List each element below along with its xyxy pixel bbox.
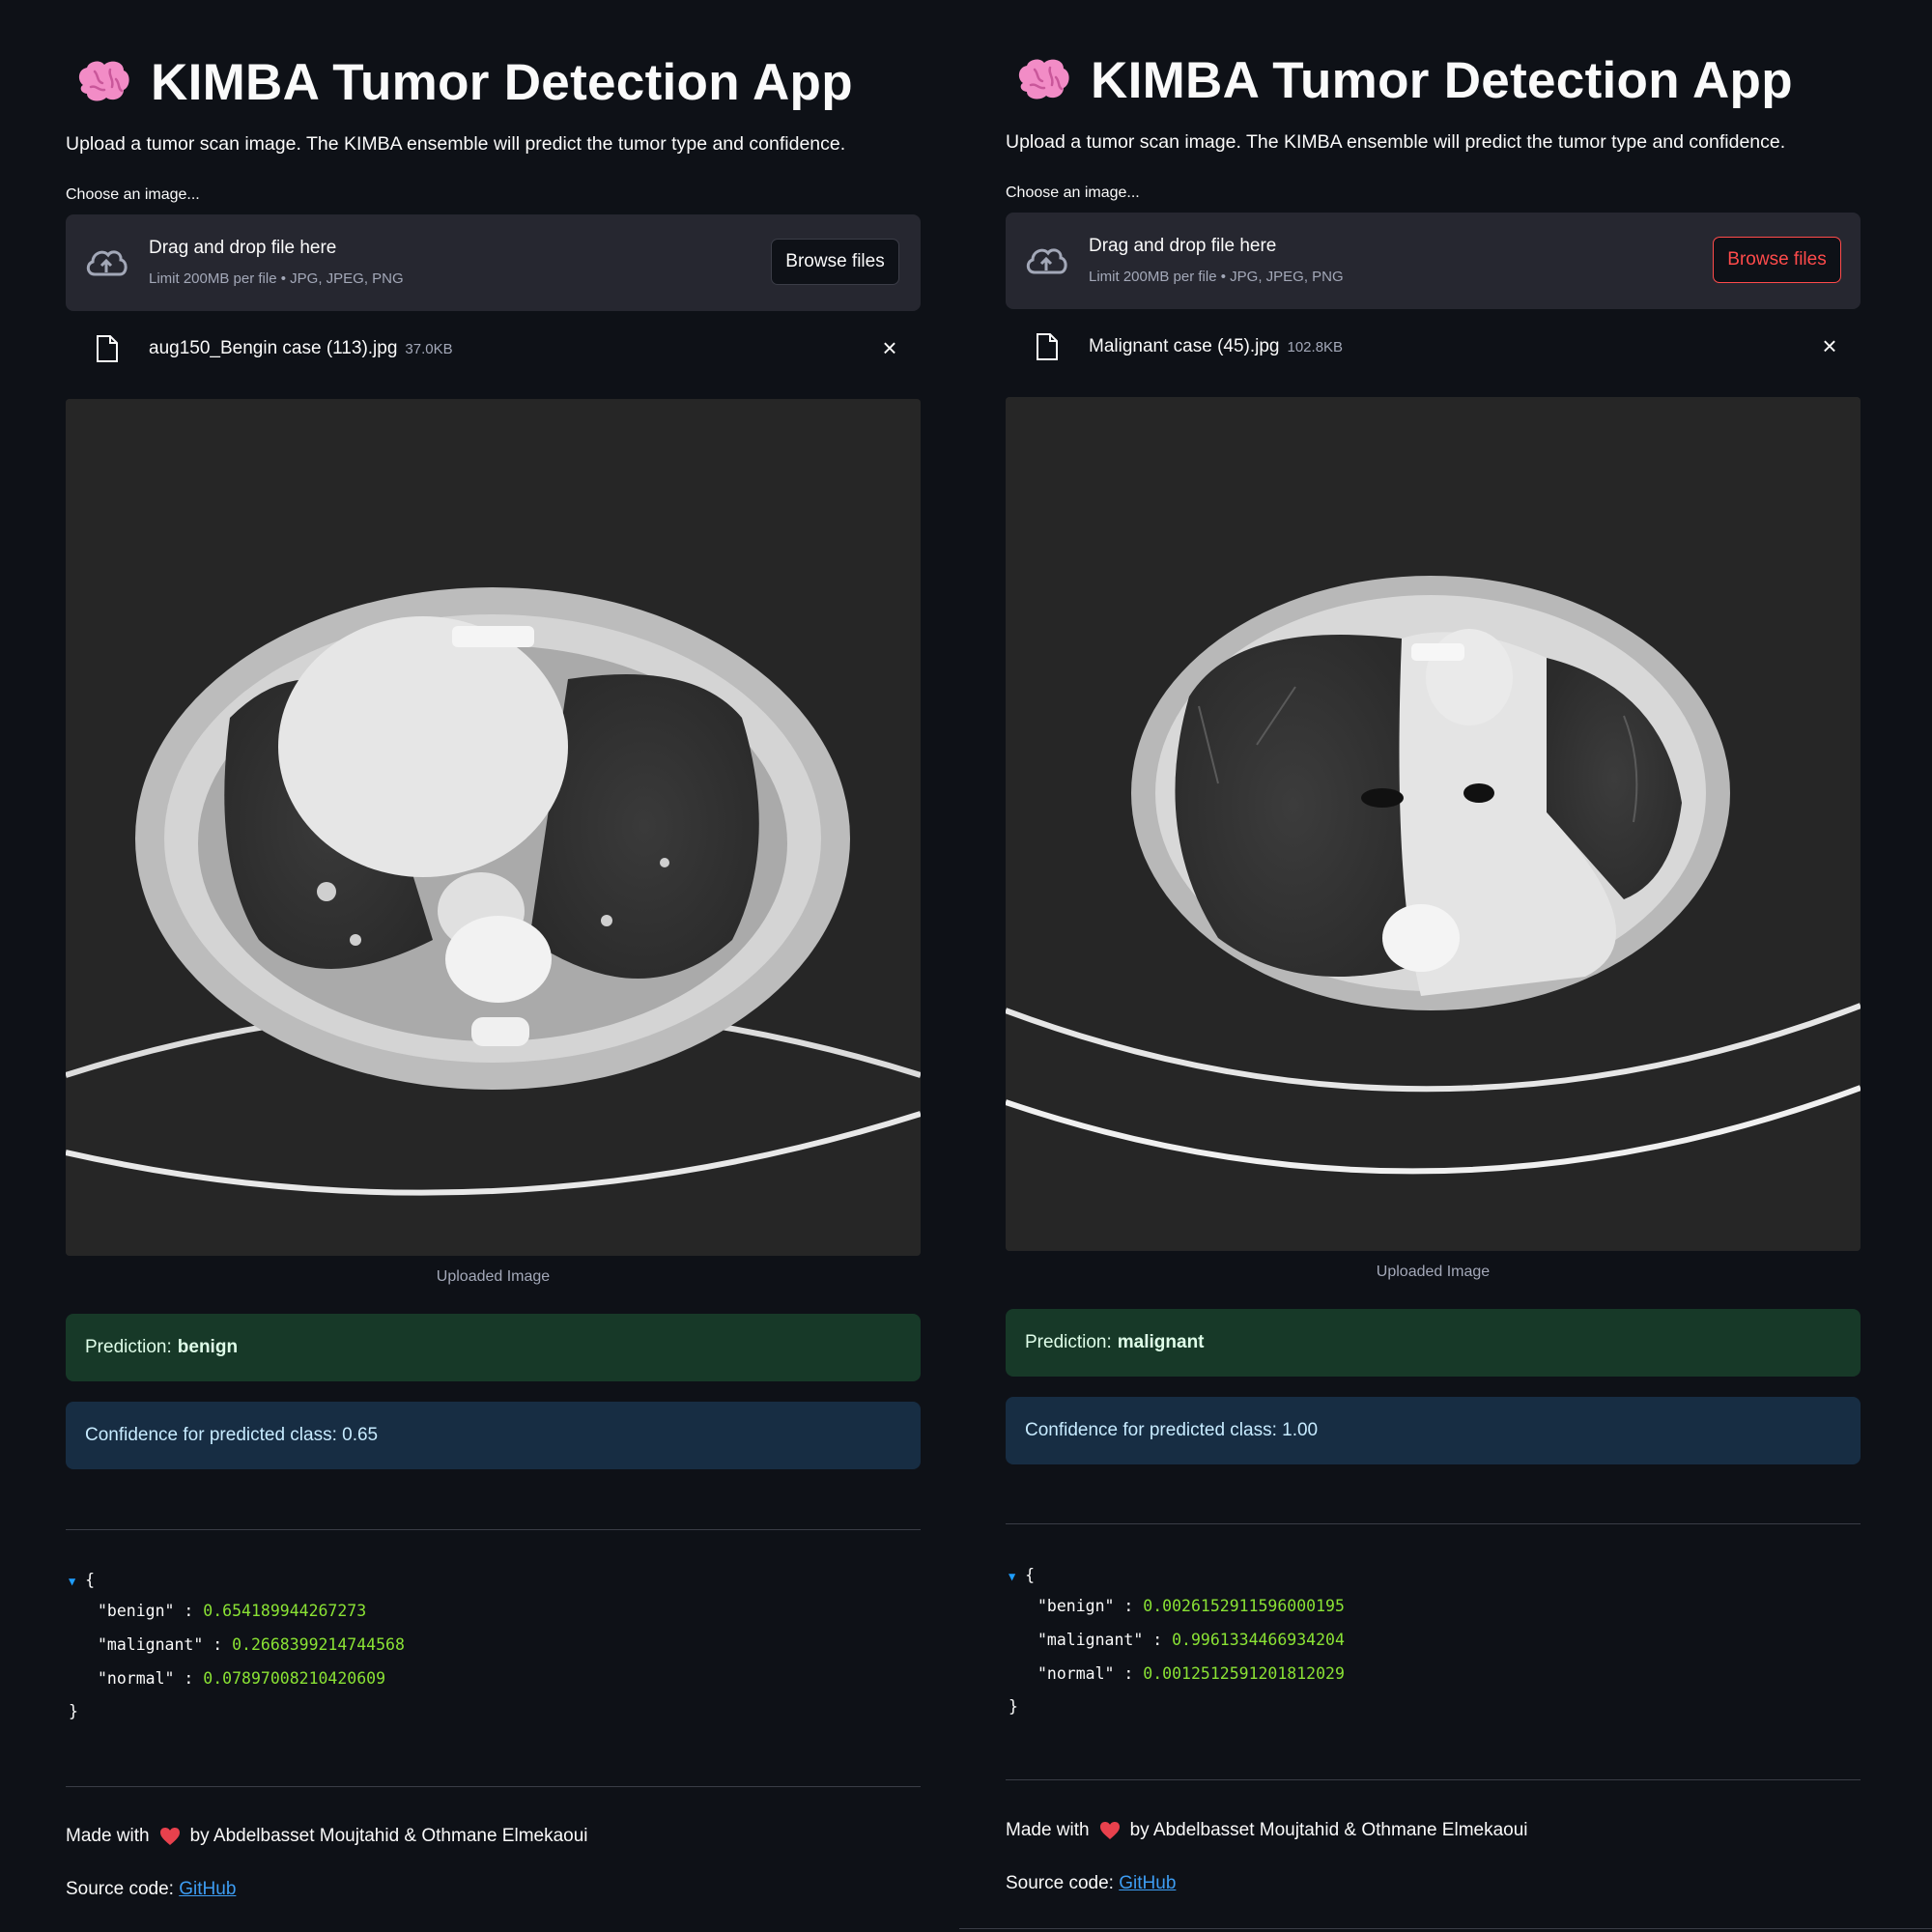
app-description: Upload a tumor scan image. The KIMBA ens… — [66, 133, 846, 155]
dropzone-limit: Limit 200MB per file • JPG, JPEG, PNG — [149, 270, 404, 287]
remove-file-button[interactable]: × — [878, 335, 901, 360]
prediction-label: Prediction: — [85, 1337, 172, 1357]
dropzone-limit: Limit 200MB per file • JPG, JPEG, PNG — [1089, 269, 1344, 285]
uploaded-image — [1006, 397, 1861, 1251]
prediction-label: Prediction: — [1025, 1332, 1112, 1352]
json-value: 0.07897008210420609 — [203, 1669, 386, 1688]
prediction-alert: Prediction: benign — [66, 1314, 921, 1381]
authors-text: by Abdelbasset Moujtahid & Othmane Elmek… — [189, 1826, 588, 1846]
json-value: 0.2668399214744568 — [232, 1635, 405, 1654]
title-row: KIMBA Tumor Detection App — [75, 48, 853, 116]
json-key: "malignant" — [1037, 1631, 1144, 1649]
title-row: KIMBA Tumor Detection App — [1015, 46, 1793, 114]
file-dropzone[interactable]: Drag and drop file here Limit 200MB per … — [66, 214, 921, 311]
json-entry: "malignant" : 0.9961334466934204 — [1037, 1631, 1345, 1649]
json-value: 0.654189944267273 — [203, 1602, 367, 1620]
json-key: "benign" — [98, 1602, 175, 1620]
image-caption: Uploaded Image — [436, 1268, 551, 1285]
file-name: Malignant case (45).jpg — [1089, 336, 1280, 356]
json-value: 0.0012512591201812029 — [1143, 1664, 1345, 1683]
collapse-caret-icon[interactable]: ▼ — [1009, 1570, 1015, 1583]
brain-icon — [1015, 56, 1071, 104]
bottom-divider — [959, 1928, 1932, 1929]
uploaded-file-row: Malignant case (45).jpg 102.8KB × — [1006, 327, 1861, 370]
json-key: "normal" — [1037, 1664, 1115, 1683]
uploaded-file-row: aug150_Bengin case (113).jpg 37.0KB × — [66, 328, 921, 372]
cloud-upload-icon — [86, 250, 128, 276]
json-key: "malignant" — [98, 1635, 204, 1654]
github-link[interactable]: GitHub — [179, 1879, 236, 1899]
confidence-alert: Confidence for predicted class: 0.65 — [66, 1402, 921, 1469]
json-entry: "normal" : 0.0012512591201812029 — [1037, 1664, 1345, 1683]
file-name: aug150_Bengin case (113).jpg — [149, 338, 398, 358]
uploaded-image — [66, 399, 921, 1256]
file-size: 37.0KB — [405, 341, 453, 357]
remove-file-button[interactable]: × — [1818, 333, 1841, 358]
page-title: KIMBA Tumor Detection App — [151, 53, 853, 111]
credits: Made with by Abdelbasset Moujtahid & Oth… — [1006, 1820, 1528, 1841]
confidence-alert: Confidence for predicted class: 1.00 — [1006, 1397, 1861, 1464]
prediction-value: benign — [177, 1337, 239, 1357]
uploader-label: Choose an image... — [1006, 185, 1140, 201]
divider — [1006, 1523, 1861, 1524]
divider — [1006, 1779, 1861, 1780]
file-icon — [97, 335, 118, 362]
json-value: 0.9961334466934204 — [1172, 1631, 1345, 1649]
github-link[interactable]: GitHub — [1119, 1873, 1176, 1893]
json-key: "normal" — [98, 1669, 175, 1688]
heart-icon — [159, 1828, 180, 1845]
json-open-brace: { — [85, 1571, 96, 1589]
made-with-text: Made with — [66, 1826, 150, 1846]
heart-icon — [1099, 1822, 1120, 1839]
json-key: "benign" — [1037, 1597, 1115, 1615]
json-open-brace: { — [1025, 1566, 1036, 1584]
source-label: Source code: — [66, 1879, 174, 1899]
source-code: Source code: GitHub — [1006, 1873, 1176, 1894]
confidence-text: Confidence for predicted class: 1.00 — [1025, 1420, 1319, 1440]
json-entry: "normal" : 0.07897008210420609 — [98, 1669, 386, 1688]
file-icon — [1037, 333, 1058, 360]
image-caption: Uploaded Image — [1376, 1264, 1491, 1280]
prediction-alert: Prediction: malignant — [1006, 1309, 1861, 1377]
authors-text: by Abdelbasset Moujtahid & Othmane Elmek… — [1129, 1820, 1528, 1840]
credits: Made with by Abdelbasset Moujtahid & Oth… — [66, 1826, 588, 1847]
source-label: Source code: — [1006, 1873, 1114, 1893]
dropzone-instructions: Drag and drop file here — [149, 238, 337, 258]
collapse-caret-icon[interactable]: ▼ — [69, 1575, 75, 1588]
app-description: Upload a tumor scan image. The KIMBA ens… — [1006, 131, 1786, 153]
json-close-brace: } — [1009, 1697, 1018, 1716]
json-close-brace: } — [69, 1702, 78, 1720]
cloud-upload-icon — [1026, 248, 1067, 274]
prediction-value: malignant — [1117, 1332, 1205, 1352]
json-value: 0.0026152911596000195 — [1143, 1597, 1345, 1615]
confidence-text: Confidence for predicted class: 0.65 — [85, 1425, 379, 1445]
browse-files-button[interactable]: Browse files — [1713, 237, 1841, 283]
json-entry: "benign" : 0.654189944267273 — [98, 1602, 367, 1620]
made-with-text: Made with — [1006, 1820, 1090, 1840]
brain-icon — [75, 58, 131, 106]
divider — [66, 1529, 921, 1530]
dropzone-instructions: Drag and drop file here — [1089, 236, 1277, 256]
page-title: KIMBA Tumor Detection App — [1091, 51, 1793, 109]
divider — [66, 1786, 921, 1787]
file-size: 102.8KB — [1287, 339, 1344, 355]
json-entry: "malignant" : 0.2668399214744568 — [98, 1635, 405, 1654]
uploader-label: Choose an image... — [66, 186, 200, 203]
json-entry: "benign" : 0.0026152911596000195 — [1037, 1597, 1345, 1615]
browse-files-button[interactable]: Browse files — [771, 239, 899, 285]
source-code: Source code: GitHub — [66, 1879, 236, 1900]
file-dropzone[interactable]: Drag and drop file here Limit 200MB per … — [1006, 213, 1861, 309]
